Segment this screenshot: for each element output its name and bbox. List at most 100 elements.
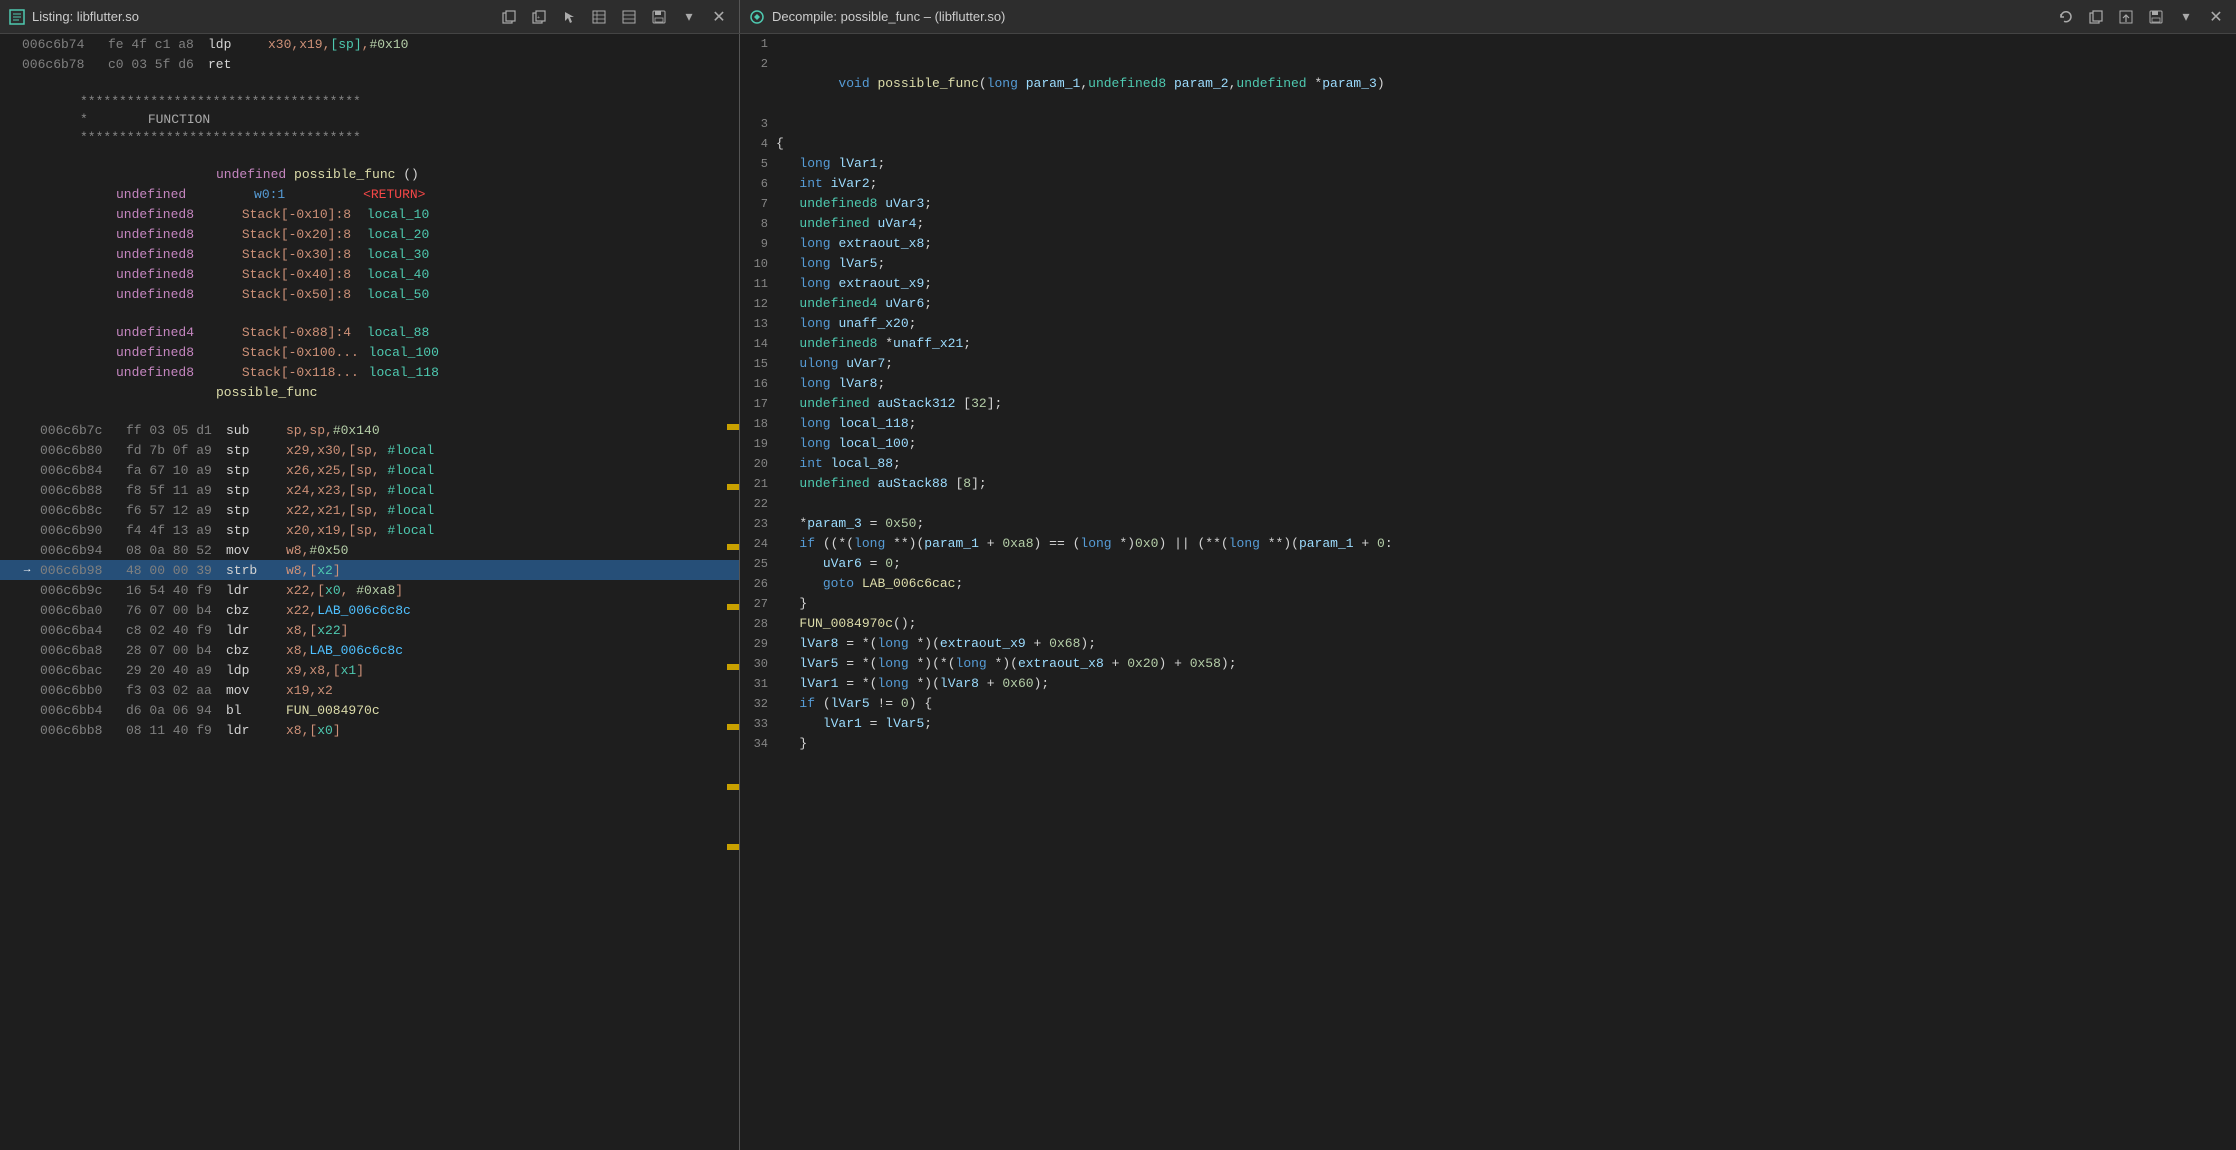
stackvar-line: undefined8 Stack[-0x100... local_100 xyxy=(0,342,739,362)
decompile-line-18: 18 long local_118; xyxy=(740,414,2236,434)
decompile-line-7: 7 undefined8 uVar3; xyxy=(740,194,2236,214)
func-label-line: possible_func xyxy=(0,382,739,402)
decompile-line-24: 24 if ((*(long **)(param_1 + 0xa8) == (l… xyxy=(740,534,2236,554)
listing-line: 006c6b74 fe 4f c1 a8 ldp x30,x19,[sp],#0… xyxy=(0,34,739,54)
close-decompile-btn[interactable]: ✕ xyxy=(2204,5,2228,29)
copy-btn-2[interactable]: + xyxy=(527,5,551,29)
stackvar-line: undefined8 Stack[-0x20]:8 local_20 xyxy=(0,224,739,244)
decompile-line-28: 28 FUN_0084970c(); xyxy=(740,614,2236,634)
asm-line: 006c6b9c 16 54 40 f9 ldr x22,[x0, #0xa8] xyxy=(0,580,739,600)
decompile-line-15: 15 ulong uVar7; xyxy=(740,354,2236,374)
decompile-line-10: 10 long lVar5; xyxy=(740,254,2236,274)
export-btn[interactable] xyxy=(2114,5,2138,29)
decompile-line-19: 19 long local_100; xyxy=(740,434,2236,454)
decompile-line-23: 23 *param_3 = 0x50; xyxy=(740,514,2236,534)
asm-line: 006c6ba4 c8 02 40 f9 ldr x8,[x22] xyxy=(0,620,739,640)
close-listing-btn[interactable]: ✕ xyxy=(707,5,731,29)
decompile-line-17: 17 undefined auStack312 [32]; xyxy=(740,394,2236,414)
decompile-line-14: 14 undefined8 *unaff_x21; xyxy=(740,334,2236,354)
separator-stars-1: ************************************ xyxy=(0,92,739,110)
asm-line: 006c6ba0 76 07 00 b4 cbz x22,LAB_006c6c8… xyxy=(0,600,739,620)
scroll-marker xyxy=(727,664,739,670)
param-line: undefined w0:1 <RETURN> xyxy=(0,184,739,204)
asm-line: 006c6b8c f6 57 12 a9 stp x22,x21,[sp, #l… xyxy=(0,500,739,520)
copy-decompile-btn[interactable] xyxy=(2084,5,2108,29)
top-bar: Listing: libflutter.so + ▾ ✕ Decompile: … xyxy=(0,0,2236,34)
asm-line: 006c6b80 fd 7b 0f a9 stp x29,x30,[sp, #l… xyxy=(0,440,739,460)
listing-line: 006c6b78 c0 03 5f d6 ret xyxy=(0,54,739,74)
separator-func-label: * FUNCTION xyxy=(0,110,739,128)
cursor-btn[interactable] xyxy=(557,5,581,29)
decompile-line-16: 16 long lVar8; xyxy=(740,374,2236,394)
decompile-line-11: 11 long extraout_x9; xyxy=(740,274,2236,294)
save-decompile-btn[interactable] xyxy=(2144,5,2168,29)
decompile-title: Decompile: possible_func – (libflutter.s… xyxy=(772,9,2048,24)
decompile-line-31: 31 lVar1 = *(long *)(lVar8 + 0x60); xyxy=(740,674,2236,694)
scroll-marker xyxy=(727,844,739,850)
asm-line: 006c6b94 08 0a 80 52 mov w8,#0x50 xyxy=(0,540,739,560)
decompile-line-12: 12 undefined4 uVar6; xyxy=(740,294,2236,314)
decompile-line-27: 27 } xyxy=(740,594,2236,614)
decompile-line-4: 4 { xyxy=(740,134,2236,154)
scroll-marker xyxy=(727,784,739,790)
stackvar-line: undefined8 Stack[-0x10]:8 local_10 xyxy=(0,204,739,224)
decompile-line-8: 8 undefined uVar4; xyxy=(740,214,2236,234)
decompile-line-2: 2 void possible_func(long param_1,undefi… xyxy=(740,54,2236,114)
decompile-icon xyxy=(748,8,766,26)
decompile-line-21: 21 undefined auStack88 [8]; xyxy=(740,474,2236,494)
svg-text:+: + xyxy=(537,15,540,21)
save-btn[interactable] xyxy=(647,5,671,29)
spacer xyxy=(0,304,739,322)
listing-titlebar: Listing: libflutter.so + ▾ ✕ xyxy=(0,0,740,33)
stackvar-line: undefined4 Stack[-0x88]:4 local_88 xyxy=(0,322,739,342)
decompile-line-26: 26 goto LAB_006c6cac; xyxy=(740,574,2236,594)
listing-title: Listing: libflutter.so xyxy=(32,9,491,24)
scroll-marker xyxy=(727,724,739,730)
spacer xyxy=(0,74,739,92)
table-btn-1[interactable] xyxy=(587,5,611,29)
func-def-line: undefined possible_func () xyxy=(0,164,739,184)
asm-line: 006c6bb4 d6 0a 06 94 bl FUN_0084970c xyxy=(0,700,739,720)
table-btn-2[interactable] xyxy=(617,5,641,29)
asm-line: 006c6b7c ff 03 05 d1 sub sp,sp,#0x140 xyxy=(0,420,739,440)
decompile-line-5: 5 long lVar1; xyxy=(740,154,2236,174)
decompile-line-29: 29 lVar8 = *(long *)(extraout_x9 + 0x68)… xyxy=(740,634,2236,654)
decompile-line-30: 30 lVar5 = *(long *)(*(long *)(extraout_… xyxy=(740,654,2236,674)
asm-line: 006c6bac 29 20 40 a9 ldp x9,x8,[x1] xyxy=(0,660,739,680)
dropdown-btn-right[interactable]: ▾ xyxy=(2174,5,2198,29)
stackvar-line: undefined8 Stack[-0x30]:8 local_30 xyxy=(0,244,739,264)
decompile-line-20: 20 int local_88; xyxy=(740,454,2236,474)
dropdown-btn-left[interactable]: ▾ xyxy=(677,5,701,29)
asm-line-highlighted: → 006c6b98 48 00 00 39 strb w8,[x2] xyxy=(0,560,739,580)
decompile-panel[interactable]: 1 2 void possible_func(long param_1,unde… xyxy=(740,34,2236,1150)
decompile-line-34: 34 } xyxy=(740,734,2236,754)
decompile-line-3: 3 xyxy=(740,114,2236,134)
scroll-marker xyxy=(727,484,739,490)
decompile-line-9: 9 long extraout_x8; xyxy=(740,234,2236,254)
asm-line: 006c6bb8 08 11 40 f9 ldr x8,[x0] xyxy=(0,720,739,740)
decompile-line-1: 1 xyxy=(740,34,2236,54)
spacer xyxy=(0,146,739,164)
listing-icon xyxy=(8,8,26,26)
copy-btn-1[interactable] xyxy=(497,5,521,29)
main-content: 006c6b74 fe 4f c1 a8 ldp x30,x19,[sp],#0… xyxy=(0,34,2236,1150)
spacer xyxy=(0,402,739,420)
refresh-btn[interactable] xyxy=(2054,5,2078,29)
asm-line: 006c6b84 fa 67 10 a9 stp x26,x25,[sp, #l… xyxy=(0,460,739,480)
asm-line: 006c6b88 f8 5f 11 a9 stp x24,x23,[sp, #l… xyxy=(0,480,739,500)
asm-line: 006c6b90 f4 4f 13 a9 stp x20,x19,[sp, #l… xyxy=(0,520,739,540)
decompile-line-13: 13 long unaff_x20; xyxy=(740,314,2236,334)
stackvar-line: undefined8 Stack[-0x118... local_118 xyxy=(0,362,739,382)
decompile-line-22: 22 xyxy=(740,494,2236,514)
scroll-marker xyxy=(727,604,739,610)
separator-stars-2: ************************************ xyxy=(0,128,739,146)
decompile-line-25: 25 uVar6 = 0; xyxy=(740,554,2236,574)
decompile-line-32: 32 if (lVar5 != 0) { xyxy=(740,694,2236,714)
asm-line: 006c6ba8 28 07 00 b4 cbz x8,LAB_006c6c8c xyxy=(0,640,739,660)
stackvar-line: undefined8 Stack[-0x40]:8 local_40 xyxy=(0,264,739,284)
stackvar-line: undefined8 Stack[-0x50]:8 local_50 xyxy=(0,284,739,304)
scroll-marker xyxy=(727,544,739,550)
listing-panel[interactable]: 006c6b74 fe 4f c1 a8 ldp x30,x19,[sp],#0… xyxy=(0,34,740,1150)
decompile-titlebar: Decompile: possible_func – (libflutter.s… xyxy=(740,0,2236,33)
decompile-line-6: 6 int iVar2; xyxy=(740,174,2236,194)
